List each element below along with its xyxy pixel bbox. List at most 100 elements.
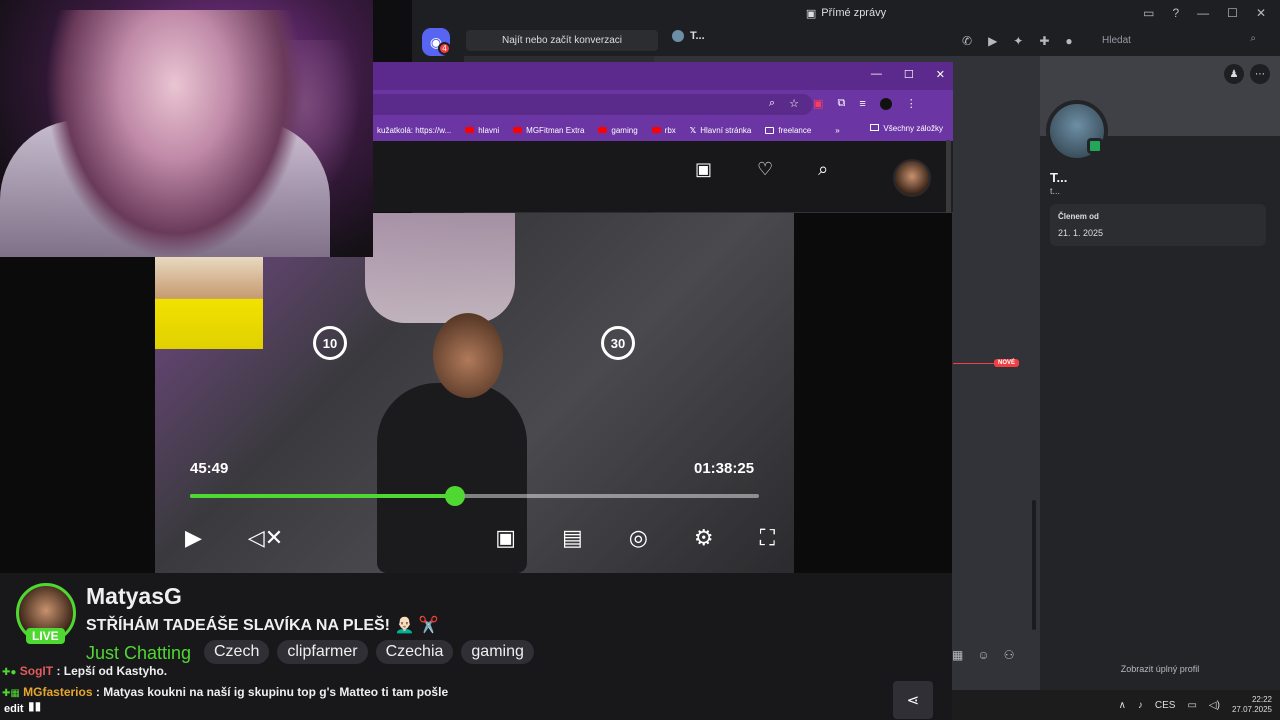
bookmark-item[interactable]: freelance bbox=[765, 126, 811, 135]
progress-handle[interactable] bbox=[444, 486, 465, 506]
profile-icon[interactable] bbox=[879, 97, 892, 110]
bookmark-label: rbx bbox=[664, 125, 676, 135]
chat-scrollbar[interactable] bbox=[1032, 500, 1036, 630]
bookmark-item[interactable]: gaming bbox=[598, 125, 638, 135]
add-friend-icon[interactable]: ♟ bbox=[1224, 64, 1244, 84]
gif-icon[interactable]: ▦ bbox=[952, 648, 963, 662]
member-since-label: Členem od bbox=[1058, 212, 1099, 221]
browser-menu-icon[interactable]: ⋮ bbox=[906, 97, 917, 110]
tag-chip[interactable]: Czechia bbox=[375, 640, 454, 664]
dm-search-button[interactable]: Najít nebo začít konverzaci bbox=[466, 30, 658, 51]
stream-category[interactable]: Just Chatting bbox=[86, 643, 191, 664]
bookmark-label: hlavni bbox=[478, 125, 500, 135]
address-bar[interactable] bbox=[373, 94, 813, 115]
settings-gear-icon[interactable]: ⚙ bbox=[694, 525, 714, 551]
windows-taskbar: ∧ ♪ CES ▭ ◁) 22:22 27.07.2025 bbox=[952, 690, 1280, 720]
bookmark-item[interactable]: rbx bbox=[651, 125, 676, 135]
video-player[interactable]: 10 30 45:49 01:38:25 ▶ ◁✕ ▣ ▤ ◎ ⚙ ⛶ bbox=[155, 213, 794, 573]
site-user-avatar[interactable] bbox=[893, 159, 931, 197]
bookmark-item[interactable]: hlavni bbox=[465, 126, 499, 135]
activity-icon[interactable]: ⚇ bbox=[1004, 648, 1015, 662]
notification-badge: 4 bbox=[438, 42, 451, 55]
chat-message: ✚▦ MGfasterios : Matyas koukni na naší i… bbox=[2, 685, 448, 699]
browser-window-controls: — ☐ ✕ bbox=[871, 68, 945, 81]
extensions-puzzle-icon[interactable]: ⧉ bbox=[837, 97, 845, 110]
browser-minimize-button[interactable]: — bbox=[871, 68, 882, 81]
chat-username[interactable]: SogIT bbox=[20, 664, 53, 678]
theater-mode-icon[interactable]: ▤ bbox=[562, 525, 583, 551]
profile-name: T... bbox=[1050, 170, 1068, 185]
stream-tags: Czech clipfarmer Czechia gaming bbox=[204, 640, 534, 664]
dm-header: T... bbox=[672, 30, 705, 42]
call-icon[interactable]: ✆ bbox=[962, 34, 972, 48]
browser-close-button[interactable]: ✕ bbox=[936, 68, 945, 81]
reading-list-icon[interactable]: ≡ bbox=[859, 98, 865, 110]
chat-text: : Lepší od Kastyho. bbox=[56, 664, 168, 678]
pause-icon[interactable]: ▮▮ bbox=[28, 699, 41, 713]
browser-titlebar: — ☐ ✕ bbox=[373, 62, 953, 90]
bookmark-label: gaming bbox=[611, 125, 638, 135]
tag-chip[interactable]: Czech bbox=[204, 640, 270, 664]
more-options-icon[interactable]: ⋯ bbox=[1250, 64, 1270, 84]
inbox-icon: ▣ bbox=[805, 7, 817, 20]
emoji-icon[interactable]: ☺ bbox=[977, 648, 989, 662]
skip-forward-button[interactable]: 30 bbox=[601, 326, 635, 360]
bookmark-item[interactable]: 𝕏 Hlavní stránka bbox=[690, 126, 752, 135]
all-bookmarks-button[interactable]: Všechny záložky bbox=[870, 124, 943, 133]
full-profile-link[interactable]: Zobrazit úplný profil bbox=[1040, 664, 1280, 674]
mute-icon[interactable]: ◁✕ bbox=[248, 525, 283, 551]
volume-icon[interactable]: ◁) bbox=[1209, 700, 1220, 711]
window-controls: ▭ ? — ☐ ✕ bbox=[1143, 0, 1280, 26]
language-indicator[interactable]: CES bbox=[1155, 700, 1176, 711]
bookmark-item[interactable]: kužatkolá: https://w... bbox=[377, 126, 451, 135]
close-button[interactable]: ✕ bbox=[1256, 6, 1266, 20]
screen-share-icon[interactable]: ▭ bbox=[1143, 6, 1154, 20]
share-button[interactable]: ⋖ bbox=[893, 681, 933, 719]
youtube-icon bbox=[465, 127, 475, 134]
following-icon[interactable]: ▣ bbox=[695, 159, 712, 180]
clip-icon[interactable]: ◎ bbox=[629, 525, 648, 551]
profile-username: t... bbox=[1050, 186, 1061, 196]
letterbox-right bbox=[794, 213, 952, 573]
message-input-icons: ▦ ☺ ⚇ bbox=[952, 648, 1014, 662]
progress-fill bbox=[190, 494, 455, 498]
chat-badge-icon: ✚● bbox=[2, 667, 17, 678]
video-call-icon[interactable]: ▶ bbox=[988, 34, 997, 48]
bookmark-item[interactable]: MGFitman Extra bbox=[513, 126, 584, 135]
taskbar-clock[interactable]: 22:22 27.07.2025 bbox=[1232, 695, 1272, 715]
clock-time: 22:22 bbox=[1251, 695, 1272, 704]
tag-chip[interactable]: clipfarmer bbox=[277, 640, 368, 664]
minimize-button[interactable]: — bbox=[1197, 6, 1209, 20]
edit-label: edit bbox=[4, 703, 24, 715]
browser-maximize-button[interactable]: ☐ bbox=[904, 68, 914, 81]
header-search-input[interactable]: Hledat ⌕ bbox=[1094, 30, 1262, 50]
fullscreen-icon[interactable]: ⛶ bbox=[760, 525, 775, 551]
bookmarks-overflow-icon[interactable]: » bbox=[835, 126, 839, 135]
microphone-icon[interactable]: ♪ bbox=[1138, 700, 1143, 711]
user-profile-icon[interactable]: ● bbox=[1065, 34, 1072, 48]
bookmark-label: freelance bbox=[778, 125, 812, 135]
skip-back-button[interactable]: 10 bbox=[313, 326, 347, 360]
extension-red-icon[interactable]: ▣ bbox=[813, 97, 823, 110]
letterbox-left bbox=[0, 257, 155, 573]
pin-icon[interactable]: ✦ bbox=[1013, 34, 1023, 48]
tray-chevron-icon[interactable]: ∧ bbox=[1119, 700, 1126, 711]
favorite-heart-icon[interactable]: ♡ bbox=[757, 159, 773, 180]
progress-bar[interactable] bbox=[190, 486, 759, 506]
video-scene-head bbox=[433, 313, 503, 398]
chat-username[interactable]: MGfasterios bbox=[23, 685, 92, 699]
user-profile-panel: ♟ ⋯ T... t... Členem od 21. 1. 2025 Zobr… bbox=[1040, 56, 1280, 690]
add-friend-icon[interactable]: ✚ bbox=[1039, 34, 1049, 48]
help-icon[interactable]: ? bbox=[1172, 6, 1179, 20]
maximize-button[interactable]: ☐ bbox=[1227, 6, 1238, 20]
site-search-icon[interactable]: ⌕ bbox=[818, 159, 828, 180]
miniplayer-icon[interactable]: ▣ bbox=[495, 525, 516, 551]
zoom-icon[interactable]: ⌕ bbox=[769, 97, 775, 110]
bookmark-star-icon[interactable]: ☆ bbox=[789, 97, 799, 110]
play-icon[interactable]: ▶ bbox=[185, 525, 202, 551]
member-since-value: 21. 1. 2025 bbox=[1058, 228, 1104, 238]
chat-text: : Matyas koukni na naší ig skupinu top g… bbox=[95, 685, 449, 699]
channel-name[interactable]: MatyasG bbox=[86, 583, 182, 610]
tag-chip[interactable]: gaming bbox=[461, 640, 534, 664]
network-icon[interactable]: ▭ bbox=[1187, 700, 1196, 711]
